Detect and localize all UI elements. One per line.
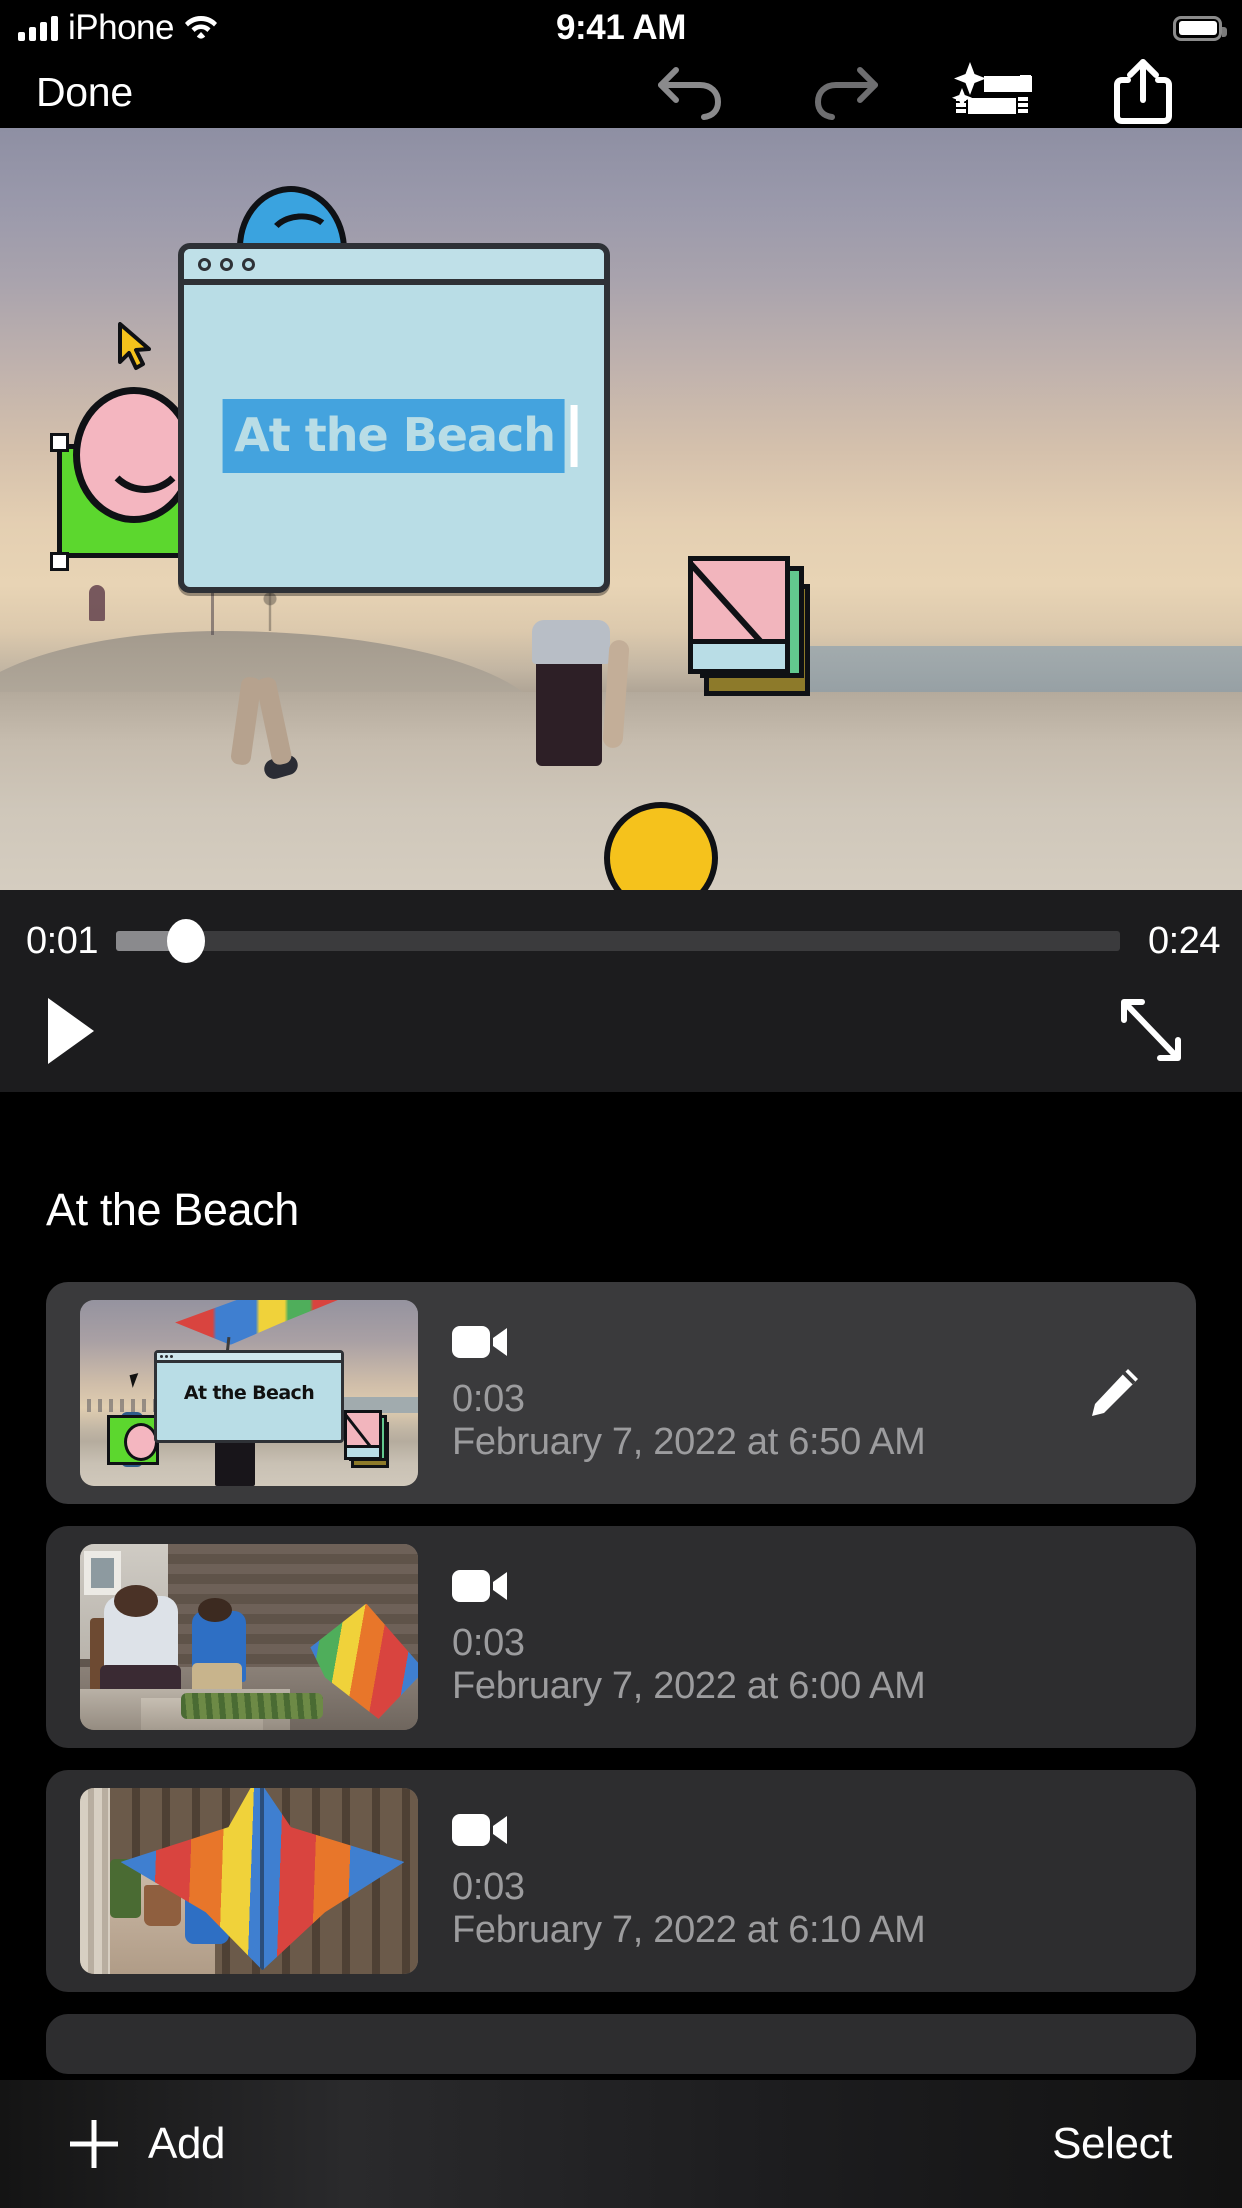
table-row[interactable]: At the Beach 0:03 February 7, 2022 at 6:… [46, 1282, 1196, 1504]
table-row[interactable]: 0:03 February 7, 2022 at 6:10 AM [46, 1770, 1196, 1992]
clock-label: 9:41 AM [555, 8, 687, 47]
clip-duration: 0:03 [452, 1865, 525, 1908]
redo-button[interactable] [768, 56, 918, 128]
status-bar-right [1173, 15, 1227, 41]
expand-fullscreen-button[interactable] [1116, 994, 1186, 1066]
toolbar-icon-group [618, 56, 1218, 128]
editor-toolbar: Done [0, 56, 1242, 128]
clip-duration: 0:03 [452, 1377, 525, 1420]
clip-thumbnail[interactable]: At the Beach [80, 1300, 418, 1486]
table-row[interactable]: 0:03 February 7, 2022 at 6:00 AM [46, 1526, 1196, 1748]
overlay-title-text: At the Beach [234, 408, 556, 463]
app-screen: iPhone 9:41 AM Done At the Beach 0:01 0:… [0, 0, 1242, 2208]
clip-metadata: 0:03 February 7, 2022 at 6:10 AM [452, 1810, 1196, 1953]
photo-stack-sticker[interactable] [688, 556, 811, 697]
clip-thumbnail[interactable] [80, 1544, 418, 1730]
browser-window-sticker[interactable]: At the Beach [177, 243, 610, 594]
window-dot-icon [219, 257, 233, 271]
scrubber-thumb[interactable] [167, 919, 206, 963]
video-camera-icon [452, 1566, 510, 1606]
total-time-label: 0:24 [1148, 919, 1220, 962]
window-dot-icon [197, 257, 211, 271]
undo-button[interactable] [618, 56, 768, 128]
beach-walking-person-center [522, 620, 632, 786]
add-button-label: Add [148, 2119, 226, 2168]
clip-date: February 7, 2022 at 6:10 AM [452, 1909, 926, 1951]
magic-movie-icon[interactable] [918, 56, 1068, 128]
status-bar: iPhone 9:41 AM [0, 0, 1242, 56]
bottom-toolbar: Add Select [0, 2080, 1242, 2208]
battery-full-icon [1173, 15, 1227, 41]
playback-controls: 0:01 0:24 [0, 890, 1242, 1092]
clip-metadata: 0:03 February 7, 2022 at 6:50 AM [452, 1322, 1196, 1465]
select-button[interactable]: Select [1052, 2119, 1172, 2169]
clip-thumbnail[interactable] [80, 1788, 418, 1974]
pencil-edit-icon[interactable] [1086, 1365, 1142, 1421]
scrubber-row: 0:01 0:24 [0, 906, 1242, 976]
plus-icon [70, 2120, 118, 2168]
clip-date: February 7, 2022 at 6:00 AM [452, 1665, 926, 1707]
share-button[interactable] [1068, 56, 1218, 128]
table-row-partial[interactable] [46, 2014, 1196, 2074]
video-camera-icon [452, 1322, 510, 1362]
selection-handle-top-left[interactable] [49, 432, 69, 452]
window-body: At the Beach [184, 285, 604, 587]
window-title-bar [183, 249, 604, 286]
scrubber-track[interactable] [116, 919, 1120, 963]
beach-distant-person [89, 585, 106, 622]
clip-list: At the Beach 0:03 February 7, 2022 at 6:… [0, 1282, 1242, 2074]
clip-date: February 7, 2022 at 6:50 AM [452, 1421, 926, 1463]
selection-handle-bottom-left[interactable] [49, 551, 69, 571]
page-title: At the Beach [46, 1184, 299, 1235]
current-time-label: 0:01 [26, 919, 98, 962]
done-button[interactable]: Done [36, 69, 133, 116]
thumbnail-title-text: At the Beach [183, 1382, 315, 1405]
title-text-selection[interactable]: At the Beach [222, 399, 579, 474]
window-dot-icon [241, 257, 255, 271]
video-preview[interactable]: At the Beach [0, 128, 1242, 890]
clip-metadata: 0:03 February 7, 2022 at 6:00 AM [452, 1566, 1196, 1709]
text-cursor-caret [571, 405, 579, 468]
add-button[interactable]: Add [70, 2119, 225, 2169]
pink-face-sticker[interactable] [73, 387, 196, 524]
video-camera-icon [452, 1810, 510, 1850]
clip-duration: 0:03 [452, 1621, 525, 1664]
clip-list-section: At the Beach At the Beach 0:03 February … [0, 1092, 1242, 2208]
beach-walking-person-left [230, 677, 300, 785]
play-button[interactable] [48, 998, 108, 1064]
